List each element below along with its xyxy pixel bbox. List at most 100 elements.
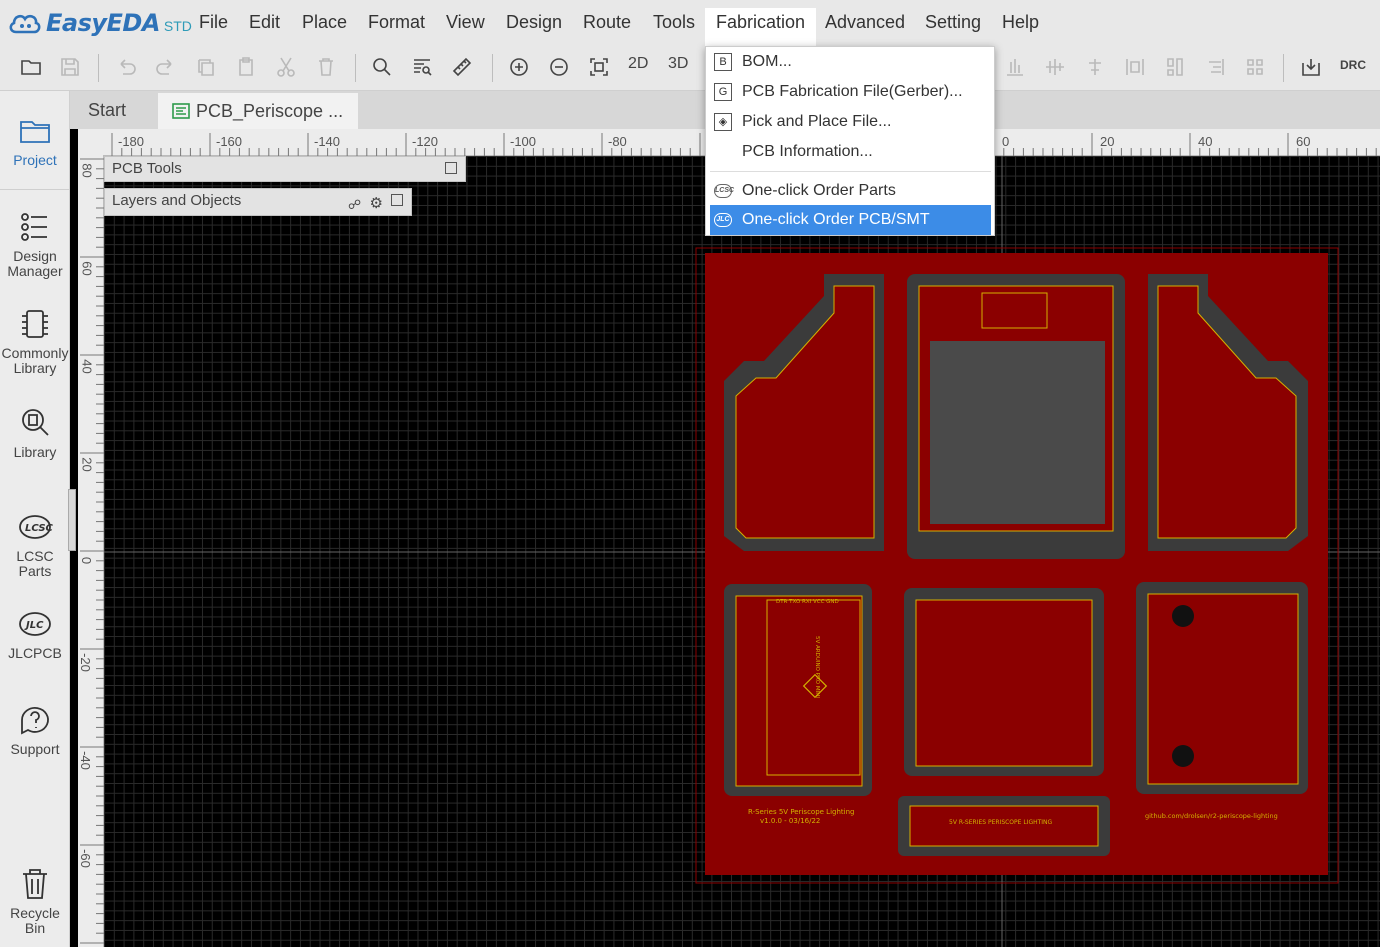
ruler-left: 80 60 40 20 0 -20 -40 -60 — [78, 155, 104, 947]
toolbar-separator — [492, 54, 493, 82]
fit-view-icon[interactable] — [584, 52, 614, 82]
sidebar-item-lcsc-parts[interactable]: LCSC LCSC Parts — [0, 509, 70, 579]
pcb-canvas[interactable]: R-Series 5V Periscope Lighting v1.0.0 - 0… — [104, 156, 1380, 947]
menu-fabrication[interactable]: Fabrication — [705, 8, 817, 46]
tab-label: PCB_Periscope ... — [196, 101, 344, 121]
menu-advanced[interactable]: Advanced — [814, 8, 916, 46]
sidebar-collapse-handle[interactable] — [68, 489, 76, 551]
align-center-vertical-icon[interactable] — [1040, 52, 1070, 82]
drc-button[interactable]: DRC — [1340, 58, 1366, 72]
menu-item-label: One-click Order PCB/SMT — [742, 211, 930, 228]
sidebar-item-commonly-library[interactable]: Commonly Library — [0, 306, 70, 376]
menu-item-order-parts[interactable]: LCSC One-click Order Parts — [710, 176, 991, 206]
ruler-x-label: -140 — [314, 134, 341, 149]
ruler-corner — [78, 129, 104, 156]
help-icon — [17, 702, 53, 738]
pcb-panel-bottom-left-inner — [735, 595, 863, 787]
maximize-icon[interactable] — [391, 194, 403, 206]
menu-item-label: BOM... — [742, 53, 792, 70]
fabrication-dropdown: B BOM... G PCB Fabrication File(Gerber).… — [705, 46, 995, 236]
menu-edit[interactable]: Edit — [238, 8, 291, 46]
ruler-x-label: -80 — [608, 134, 627, 149]
menu-place[interactable]: Place — [291, 8, 358, 46]
menu-item-pick-and-place[interactable]: ◈ Pick and Place File... — [710, 107, 991, 137]
sidebar-item-label: Commonly Library — [1, 345, 69, 376]
ruler-x-label: -100 — [510, 134, 537, 149]
align-right-icon[interactable] — [1200, 52, 1230, 82]
open-folder-icon[interactable] — [16, 52, 46, 82]
undo-icon[interactable] — [111, 52, 141, 82]
pcb-panel-bottom-center-inner — [915, 599, 1093, 767]
pcb-panel-bottom-strip-inner — [909, 805, 1099, 847]
menu-tools[interactable]: Tools — [642, 8, 706, 46]
layers-objects-panel[interactable]: Layers and Objects ☍ ⚙ — [104, 188, 412, 216]
copy-icon[interactable] — [191, 52, 221, 82]
find-list-icon[interactable] — [407, 52, 437, 82]
cut-icon[interactable] — [271, 52, 301, 82]
left-sidebar: Project Design Manager Commonly Library … — [0, 91, 76, 947]
pin-icon[interactable]: ☍ — [348, 193, 361, 217]
menu-view[interactable]: View — [435, 8, 496, 46]
sidebar-item-jlcpcb[interactable]: JLC JLCPCB — [0, 606, 70, 661]
tab-start[interactable]: Start — [74, 93, 158, 129]
gear-icon[interactable]: ⚙ — [370, 192, 383, 216]
align-top-icon[interactable] — [1080, 52, 1110, 82]
ruler-y-label: 80 — [79, 163, 95, 178]
distribute-horizontal-icon[interactable] — [1120, 52, 1150, 82]
ruler-x-label: 0 — [1002, 134, 1010, 149]
zoom-out-icon[interactable] — [544, 52, 574, 82]
ruler-y-label: 20 — [79, 457, 95, 472]
maximize-icon[interactable] — [445, 162, 457, 174]
pcb-tools-panel[interactable]: PCB Tools — [104, 156, 466, 182]
menu-design[interactable]: Design — [495, 8, 573, 46]
menu-item-label: Pick and Place File... — [742, 113, 892, 130]
layers-objects-title: Layers and Objects — [112, 192, 242, 209]
menu-item-label: PCB Information... — [742, 143, 873, 160]
menu-item-bom[interactable]: B BOM... — [710, 47, 991, 77]
menu-format[interactable]: Format — [357, 8, 436, 46]
tab-pcb-periscope[interactable]: PCB_Periscope ... — [158, 93, 358, 129]
measure-icon[interactable] — [447, 52, 477, 82]
sidebar-item-design-manager[interactable]: Design Manager — [0, 209, 70, 279]
delete-icon[interactable] — [311, 52, 341, 82]
sidebar-item-label: Library — [13, 444, 57, 460]
zoom-in-icon[interactable] — [504, 52, 534, 82]
folder-icon — [17, 113, 53, 149]
sidebar-divider — [0, 189, 70, 190]
distribute-vertical-icon[interactable] — [1160, 52, 1190, 82]
menu-file[interactable]: File — [188, 8, 239, 46]
app-brand: EasyEDA — [46, 9, 160, 37]
sidebar-item-support[interactable]: Support — [0, 702, 70, 757]
menu-item-gerber[interactable]: G PCB Fabrication File(Gerber)... — [710, 77, 991, 107]
toolbar-separator — [98, 54, 99, 82]
save-icon[interactable] — [55, 52, 85, 82]
pcb-document-icon — [172, 103, 190, 119]
display-cutout — [930, 341, 1105, 524]
ruler-x-label: 60 — [1296, 134, 1311, 149]
app-logo[interactable]: EasyEDA STD — [8, 9, 192, 37]
sidebar-item-recycle-bin[interactable]: Recycle Bin — [0, 866, 70, 936]
menu-item-label: One-click Order Parts — [742, 182, 896, 199]
toolbar-separator — [355, 54, 356, 82]
search-icon[interactable] — [367, 52, 397, 82]
toolbar: 2D 3D DRC — [0, 46, 1380, 91]
sidebar-item-library[interactable]: Library — [0, 405, 70, 460]
import-icon[interactable] — [1296, 52, 1326, 82]
sidebar-item-label: LCSC Parts — [16, 548, 54, 579]
paste-icon[interactable] — [231, 52, 261, 82]
menu-bar: EasyEDA STD File Edit Place Format View … — [0, 0, 1380, 46]
grid-snap-icon[interactable] — [1240, 52, 1270, 82]
align-bottom-icon[interactable] — [1000, 52, 1030, 82]
menu-help[interactable]: Help — [991, 8, 1050, 46]
redo-icon[interactable] — [151, 52, 181, 82]
view-3d-button[interactable]: 3D — [668, 55, 688, 73]
view-2d-button[interactable]: 2D — [628, 55, 648, 73]
menu-item-pcb-information[interactable]: PCB Information... — [710, 137, 991, 167]
silk-label-center: 5V R-SERIES PERISCOPE LIGHTING — [949, 819, 1053, 826]
cloud-logo-icon — [9, 14, 41, 34]
menu-setting[interactable]: Setting — [914, 8, 992, 46]
silk-label-right: github.com/drolsen/r2-periscope-lighting — [1145, 812, 1278, 820]
menu-route[interactable]: Route — [572, 8, 642, 46]
sidebar-item-project[interactable]: Project — [0, 113, 70, 168]
menu-item-order-pcb-smt[interactable]: JLC One-click Order PCB/SMT — [710, 205, 991, 235]
